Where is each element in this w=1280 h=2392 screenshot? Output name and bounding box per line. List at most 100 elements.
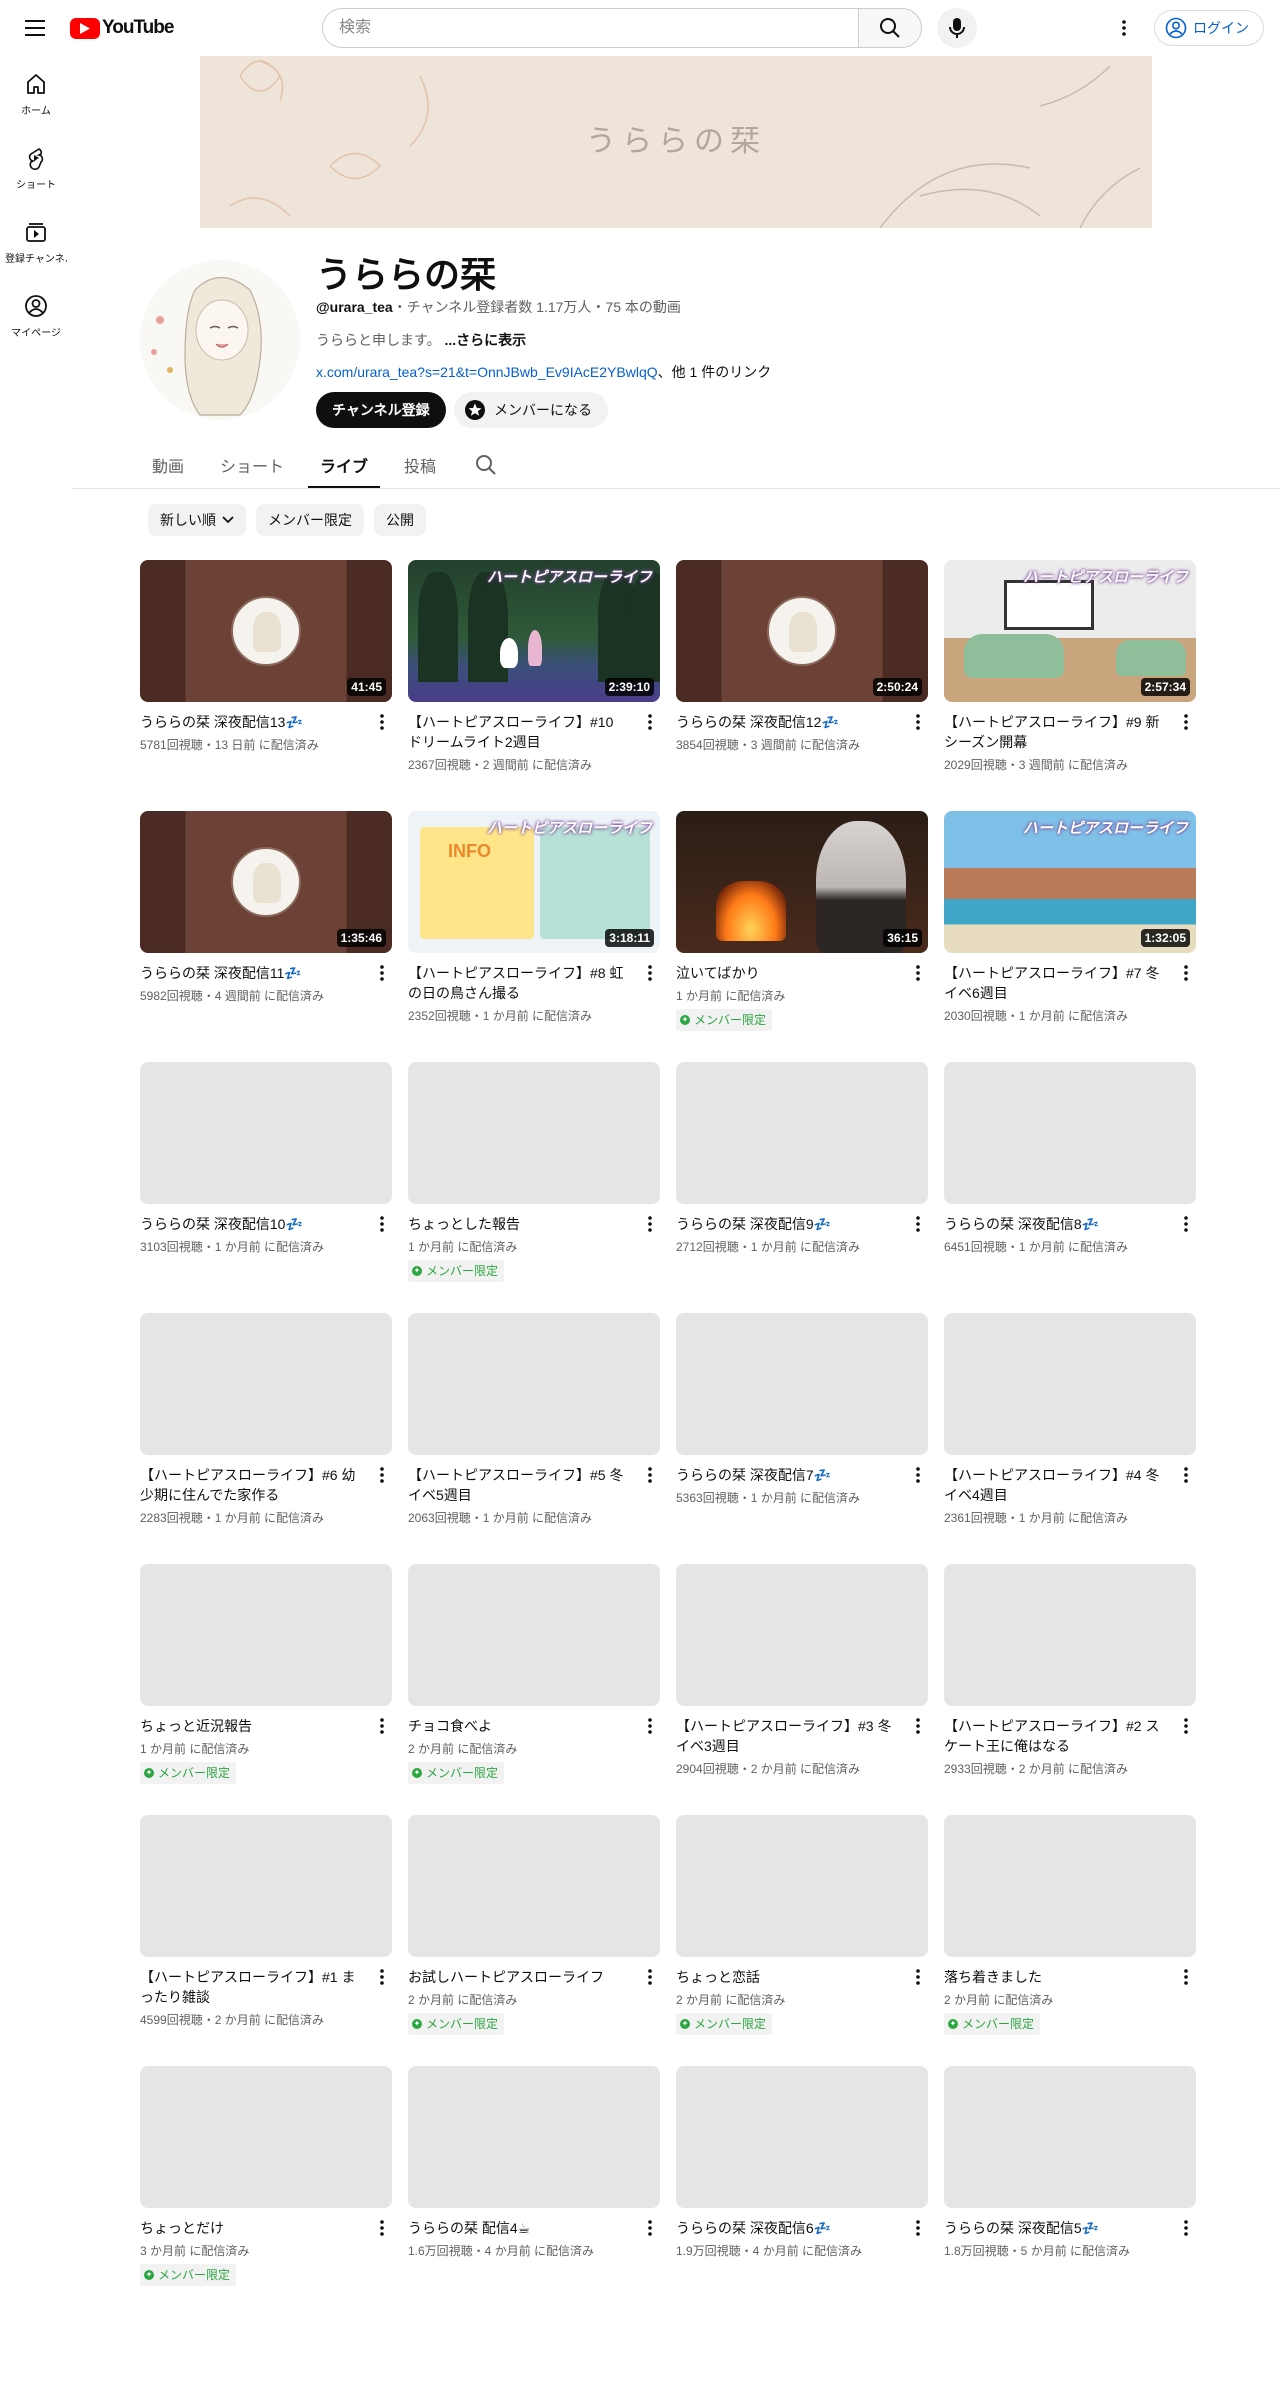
video-menu-icon[interactable] — [372, 1214, 392, 1234]
video-thumbnail[interactable] — [676, 2066, 928, 2208]
channel-description[interactable]: うららと申します。 ...さらに表示 — [316, 330, 526, 350]
video-menu-icon[interactable] — [1176, 1465, 1196, 1485]
video-title[interactable]: お試しハートピアスローライフ — [408, 1967, 628, 1987]
video-title[interactable]: 泣いてばかり — [676, 963, 896, 983]
sidebar-item-you[interactable]: マイページ — [0, 278, 72, 352]
video-thumbnail[interactable] — [140, 1815, 392, 1957]
video-card[interactable]: うららの栞 深夜配信5💤 1.8万回視聴・5 か月前 に配信済み — [944, 2066, 1196, 2317]
video-thumbnail[interactable] — [140, 1062, 392, 1204]
video-card[interactable]: チョコ食べよ 2 か月前 に配信済み ✦ メンバー限定 — [408, 1564, 660, 1815]
channel-external-link[interactable]: x.com/urara_tea?s=21&t=OnnJBwb_Ev9IAcE2Y… — [316, 364, 658, 380]
sidebar-item-subscriptions[interactable]: 登録チャンネル — [0, 204, 72, 278]
video-title[interactable]: 【ハートピアスローライフ】#7 冬イベ6週目 — [944, 963, 1164, 1003]
video-title[interactable]: ちょっとだけ — [140, 2218, 360, 2238]
video-menu-icon[interactable] — [640, 2218, 660, 2238]
video-menu-icon[interactable] — [908, 2218, 928, 2238]
video-menu-icon[interactable] — [640, 1716, 660, 1736]
video-title[interactable]: うららの栞 深夜配信12💤 — [676, 712, 896, 732]
video-title[interactable]: ちょっと近況報告 — [140, 1716, 360, 1736]
subscribe-button[interactable]: チャンネル登録 — [316, 392, 446, 428]
video-thumbnail[interactable] — [944, 2066, 1196, 2208]
video-title[interactable]: チョコ食べよ — [408, 1716, 628, 1736]
show-more-link[interactable]: ...さらに表示 — [445, 332, 527, 348]
video-title[interactable]: 【ハートピアスローライフ】#2 スケート王に俺はなる — [944, 1716, 1164, 1756]
video-menu-icon[interactable] — [372, 2218, 392, 2238]
video-title[interactable]: うららの栞 深夜配信8💤 — [944, 1214, 1164, 1234]
chip-sort-latest[interactable]: 新しい順 — [148, 504, 246, 536]
video-thumbnail[interactable]: 2:50:24 — [676, 560, 928, 702]
video-title[interactable]: うららの栞 深夜配信6💤 — [676, 2218, 896, 2238]
video-title[interactable]: うららの栞 深夜配信11💤 — [140, 963, 360, 983]
video-card[interactable]: ちょっとだけ 3 か月前 に配信済み ✦ メンバー限定 — [140, 2066, 392, 2317]
chip-public[interactable]: 公開 — [374, 504, 426, 536]
video-title[interactable]: 【ハートピアスローライフ】#1 まったり雑談 — [140, 1967, 360, 2007]
video-menu-icon[interactable] — [640, 963, 660, 983]
video-card[interactable]: 36:15 泣いてばかり 1 か月前 に配信済み ✦ メンバー限定 — [676, 811, 928, 1062]
channel-search-button[interactable] — [466, 442, 506, 488]
video-thumbnail[interactable] — [676, 1564, 928, 1706]
video-title[interactable]: ちょっとした報告 — [408, 1214, 628, 1234]
video-menu-icon[interactable] — [372, 1465, 392, 1485]
sidebar-item-shorts[interactable]: ショート — [0, 130, 72, 204]
video-thumbnail[interactable] — [944, 1564, 1196, 1706]
video-menu-icon[interactable] — [1176, 2218, 1196, 2238]
video-card[interactable]: ハートピアスローライフ 2:57:34 【ハートピアスローライフ】#9 新シーズン開… — [944, 560, 1196, 811]
chip-members-only[interactable]: メンバー限定 — [256, 504, 364, 536]
other-links-link[interactable]: 、他 1 件のリンク — [658, 364, 772, 380]
video-menu-icon[interactable] — [908, 1214, 928, 1234]
video-card[interactable]: 【ハートピアスローライフ】#2 スケート王に俺はなる 2933回視聴・2 か月前 … — [944, 1564, 1196, 1815]
youtube-logo[interactable]: YouTube — [70, 16, 174, 40]
search-input[interactable] — [322, 8, 858, 48]
video-thumbnail[interactable] — [944, 1313, 1196, 1455]
video-thumbnail[interactable] — [140, 1564, 392, 1706]
video-title[interactable]: うららの栞 深夜配信7💤 — [676, 1465, 896, 1485]
video-thumbnail[interactable] — [408, 1313, 660, 1455]
video-card[interactable]: 【ハートピアスローライフ】#6 幼少期に住んでた家作る 2283回視聴・1 か月前… — [140, 1313, 392, 1564]
video-thumbnail[interactable]: ハートピアスローライフ 2:39:10 — [408, 560, 660, 702]
video-card[interactable]: 【ハートピアスローライフ】#1 まったり雑談 4599回視聴・2 か月前 に配信済… — [140, 1815, 392, 2066]
video-thumbnail[interactable] — [408, 2066, 660, 2208]
video-menu-icon[interactable] — [908, 1716, 928, 1736]
video-card[interactable]: うららの栞 深夜配信6💤 1.9万回視聴・4 か月前 に配信済み — [676, 2066, 928, 2317]
search-button[interactable] — [858, 8, 922, 48]
tab-videos[interactable]: 動画 — [140, 442, 196, 488]
video-title[interactable]: うららの栞 深夜配信13💤 — [140, 712, 360, 732]
video-thumbnail[interactable]: 1:35:46 — [140, 811, 392, 953]
video-card[interactable]: うららの栞 深夜配信10💤 3103回視聴・1 か月前 に配信済み — [140, 1062, 392, 1313]
tab-posts[interactable]: 投稿 — [392, 442, 448, 488]
video-menu-icon[interactable] — [1176, 1716, 1196, 1736]
video-card[interactable]: INFO ハートピアスローライフ 3:18:11 【ハートピアスローライフ】#8 虹の… — [408, 811, 660, 1062]
video-card[interactable]: お試しハートピアスローライフ 2 か月前 に配信済み ✦ メンバー限定 — [408, 1815, 660, 2066]
video-menu-icon[interactable] — [640, 712, 660, 732]
video-menu-icon[interactable] — [908, 712, 928, 732]
video-thumbnail[interactable] — [676, 1062, 928, 1204]
video-thumbnail[interactable] — [408, 1815, 660, 1957]
video-thumbnail[interactable] — [408, 1062, 660, 1204]
video-card[interactable]: ハートピアスローライフ 1:32:05 【ハートピアスローライフ】#7 冬イベ6週目… — [944, 811, 1196, 1062]
video-menu-icon[interactable] — [908, 963, 928, 983]
video-card[interactable]: うららの栞 深夜配信9💤 2712回視聴・1 か月前 に配信済み — [676, 1062, 928, 1313]
video-menu-icon[interactable] — [908, 1967, 928, 1987]
video-thumbnail[interactable] — [408, 1564, 660, 1706]
video-menu-icon[interactable] — [908, 1465, 928, 1485]
video-menu-icon[interactable] — [372, 963, 392, 983]
video-thumbnail[interactable]: ハートピアスローライフ 1:32:05 — [944, 811, 1196, 953]
video-thumbnail[interactable]: 41:45 — [140, 560, 392, 702]
join-membership-button[interactable]: メンバーになる — [454, 392, 608, 428]
video-title[interactable]: うららの栞 深夜配信10💤 — [140, 1214, 360, 1234]
video-thumbnail[interactable] — [676, 1815, 928, 1957]
video-title[interactable]: うららの栞 深夜配信9💤 — [676, 1214, 896, 1234]
video-card[interactable]: 1:35:46 うららの栞 深夜配信11💤 5982回視聴・4 週間前 に配信済み — [140, 811, 392, 1062]
video-title[interactable]: 【ハートピアスローライフ】#9 新シーズン開幕 — [944, 712, 1164, 752]
video-menu-icon[interactable] — [1176, 963, 1196, 983]
video-card[interactable]: 【ハートピアスローライフ】#4 冬イベ4週目 2361回視聴・1 か月前 に配信済… — [944, 1313, 1196, 1564]
video-thumbnail[interactable]: ハートピアスローライフ 2:57:34 — [944, 560, 1196, 702]
video-menu-icon[interactable] — [372, 712, 392, 732]
menu-icon[interactable] — [16, 8, 56, 48]
video-title[interactable]: 落ち着きました — [944, 1967, 1164, 1987]
video-title[interactable]: 【ハートピアスローライフ】#6 幼少期に住んでた家作る — [140, 1465, 360, 1505]
video-menu-icon[interactable] — [640, 1465, 660, 1485]
tab-shorts[interactable]: ショート — [208, 442, 296, 488]
video-thumbnail[interactable] — [140, 1313, 392, 1455]
video-card[interactable]: 2:50:24 うららの栞 深夜配信12💤 3854回視聴・3 週間前 に配信済み — [676, 560, 928, 811]
